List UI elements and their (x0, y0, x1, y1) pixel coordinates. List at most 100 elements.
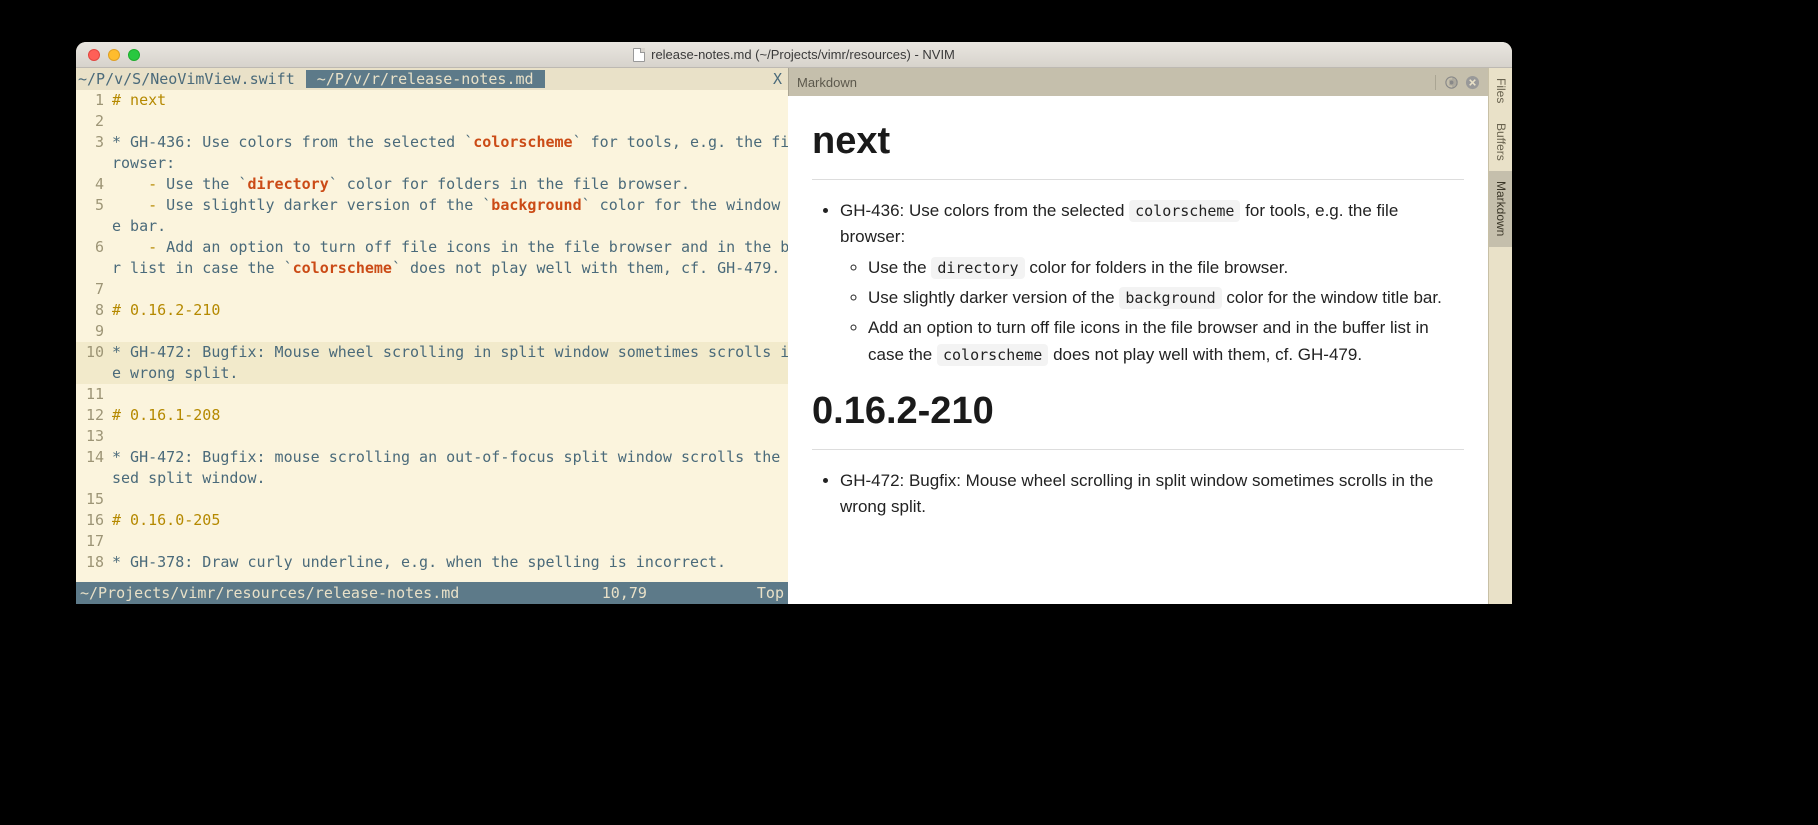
code-line[interactable]: 7 (76, 279, 788, 300)
code-text[interactable] (112, 321, 788, 342)
code-line[interactable]: 17 (76, 531, 788, 552)
gutter (76, 216, 112, 237)
code-text[interactable] (112, 531, 788, 552)
gutter: 7 (76, 279, 112, 300)
side-tab-buffers[interactable]: Buffers (1489, 113, 1512, 171)
code-line[interactable]: 8# 0.16.2-210 (76, 300, 788, 321)
code-line[interactable]: e wrong split. (76, 363, 788, 384)
close-icon[interactable] (1465, 75, 1480, 90)
code-text[interactable] (112, 384, 788, 405)
gear-icon[interactable] (1444, 75, 1459, 90)
code-line[interactable]: 14* GH-472: Bugfix: mouse scrolling an o… (76, 447, 788, 468)
preview-li-gh436: GH-436: Use colors from the selected col… (840, 198, 1464, 368)
gutter: 8 (76, 300, 112, 321)
preview-li-icons: Add an option to turn off file icons in … (868, 315, 1464, 368)
gutter (76, 153, 112, 174)
fullscreen-window-button[interactable] (128, 49, 140, 61)
tab-close-indicator[interactable]: X (773, 70, 788, 88)
code-text[interactable]: * GH-436: Use colors from the selected `… (112, 132, 788, 153)
gutter: 12 (76, 405, 112, 426)
close-window-button[interactable] (88, 49, 100, 61)
tab-active[interactable]: ~/P/v/r/release-notes.md (306, 70, 545, 88)
code-text[interactable]: e bar. (112, 216, 788, 237)
gutter: 15 (76, 489, 112, 510)
code-line[interactable]: 18* GH-378: Draw curly underline, e.g. w… (76, 552, 788, 573)
code-line[interactable]: 4 - Use the `directory` color for folder… (76, 174, 788, 195)
statusline: ~/Projects/vimr/resources/release-notes.… (76, 582, 788, 604)
gutter: 18 (76, 552, 112, 573)
code-text[interactable]: * GH-472: Bugfix: mouse scrolling an out… (112, 447, 788, 468)
code-text[interactable]: # 0.16.1-208 (112, 405, 788, 426)
minimize-window-button[interactable] (108, 49, 120, 61)
preview-li-background: Use slightly darker version of the backg… (868, 285, 1464, 311)
preview-header: Markdown (788, 68, 1488, 96)
preview-pane: Markdown next GH-436: Use colors from th… (788, 68, 1488, 604)
code-text[interactable]: - Use the `directory` color for folders … (112, 174, 788, 195)
code-line[interactable]: 15 (76, 489, 788, 510)
gutter (76, 258, 112, 279)
code-text[interactable] (112, 489, 788, 510)
document-icon (633, 48, 645, 62)
preview-li-gh472: GH-472: Bugfix: Mouse wheel scrolling in… (840, 468, 1464, 521)
code-line[interactable]: r list in case the `colorscheme` does no… (76, 258, 788, 279)
code-line[interactable]: 2 (76, 111, 788, 132)
preview-h1-0162: 0.16.2-210 (812, 382, 1464, 450)
code-line[interactable]: 16# 0.16.0-205 (76, 510, 788, 531)
code-text[interactable] (112, 279, 788, 300)
code-text[interactable]: # 0.16.2-210 (112, 300, 788, 321)
window-title: release-notes.md (~/Projects/vimr/resour… (76, 47, 1512, 62)
gutter: 10 (76, 342, 112, 363)
code-text[interactable]: * GH-472: Bugfix: Mouse wheel scrolling … (112, 342, 788, 363)
statusline-file: ~/Projects/vimr/resources/release-notes.… (80, 584, 459, 602)
code-line[interactable]: 5 - Use slightly darker version of the `… (76, 195, 788, 216)
gutter: 5 (76, 195, 112, 216)
code-text[interactable]: rowser: (112, 153, 788, 174)
gutter: 9 (76, 321, 112, 342)
code-area[interactable]: 1# next23* GH-436: Use colors from the s… (76, 90, 788, 582)
code-text[interactable]: * GH-378: Draw curly underline, e.g. whe… (112, 552, 788, 573)
code-line[interactable]: 9 (76, 321, 788, 342)
preview-body[interactable]: next GH-436: Use colors from the selecte… (788, 96, 1488, 604)
titlebar[interactable]: release-notes.md (~/Projects/vimr/resour… (76, 42, 1512, 68)
code-text[interactable] (112, 111, 788, 132)
statusline-position: 10,79 (602, 584, 757, 602)
code-text[interactable]: # next (112, 90, 788, 111)
code-text[interactable]: - Use slightly darker version of the `ba… (112, 195, 788, 216)
body: ~/P/v/S/NeoVimView.swift ~/P/v/r/release… (76, 68, 1512, 604)
app-window: release-notes.md (~/Projects/vimr/resour… (76, 42, 1512, 604)
code-text[interactable]: sed split window. (112, 468, 788, 489)
gutter: 11 (76, 384, 112, 405)
code-line[interactable]: 10* GH-472: Bugfix: Mouse wheel scrollin… (76, 342, 788, 363)
tabline: ~/P/v/S/NeoVimView.swift ~/P/v/r/release… (76, 68, 788, 90)
code-text[interactable]: r list in case the `colorscheme` does no… (112, 258, 788, 279)
code-line[interactable]: rowser: (76, 153, 788, 174)
statusline-percent: Top (757, 584, 784, 602)
side-tab-markdown[interactable]: Markdown (1489, 171, 1512, 246)
editor-pane: ~/P/v/S/NeoVimView.swift ~/P/v/r/release… (76, 68, 788, 604)
tab-inactive[interactable]: ~/P/v/S/NeoVimView.swift (76, 70, 306, 88)
code-line[interactable]: 1# next (76, 90, 788, 111)
code-text[interactable]: e wrong split. (112, 363, 788, 384)
code-line[interactable]: 11 (76, 384, 788, 405)
code-line[interactable]: 6 - Add an option to turn off file icons… (76, 237, 788, 258)
code-line[interactable]: e bar. (76, 216, 788, 237)
code-line[interactable]: 3* GH-436: Use colors from the selected … (76, 132, 788, 153)
preview-h1-next: next (812, 112, 1464, 180)
gutter: 14 (76, 447, 112, 468)
code-line[interactable]: sed split window. (76, 468, 788, 489)
gutter (76, 363, 112, 384)
gutter: 1 (76, 90, 112, 111)
code-text[interactable] (112, 426, 788, 447)
window-title-text: release-notes.md (~/Projects/vimr/resour… (651, 47, 955, 62)
gutter: 16 (76, 510, 112, 531)
gutter: 13 (76, 426, 112, 447)
side-tab-files[interactable]: Files (1489, 68, 1512, 113)
code-text[interactable]: # 0.16.0-205 (112, 510, 788, 531)
gutter: 6 (76, 237, 112, 258)
code-line[interactable]: 12# 0.16.1-208 (76, 405, 788, 426)
gutter (76, 468, 112, 489)
side-tabs: Files Buffers Markdown (1488, 68, 1512, 604)
code-line[interactable]: 13 (76, 426, 788, 447)
code-text[interactable]: - Add an option to turn off file icons i… (112, 237, 788, 258)
gutter: 2 (76, 111, 112, 132)
